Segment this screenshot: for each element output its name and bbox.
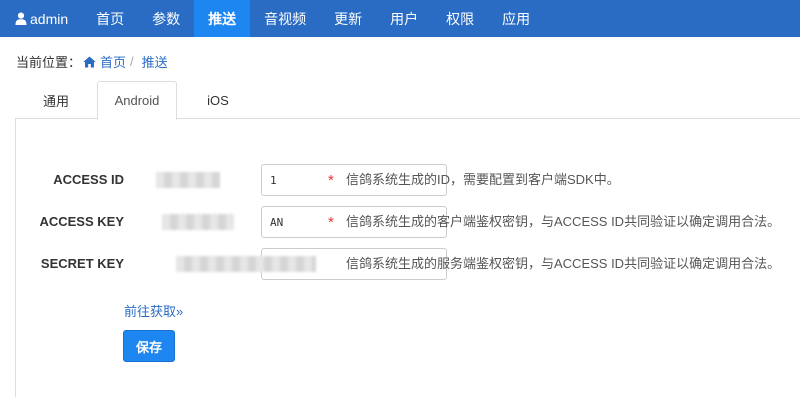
secret-key-label: SECRET KEY: [40, 256, 124, 271]
nav-item-label: 参数: [152, 10, 181, 27]
access-id-wrapper: [138, 164, 447, 196]
access-id-row: ACCESS ID * 信鸽系统生成的ID，需要配置到客户端SDK中。: [15, 164, 800, 196]
user-icon: [15, 12, 27, 25]
secret-key-row: SECRET KEY 信鸽系统生成的服务端鉴权密钥，与ACCESS ID共同验证…: [15, 248, 800, 280]
breadcrumb: 当前位置： 首页 / 推送: [16, 52, 168, 71]
breadcrumb-current[interactable]: 推送: [142, 52, 168, 71]
nav-item-label: 权限: [446, 10, 475, 27]
access-key-help: 信鸽系统生成的客户端鉴权密钥，与ACCESS ID共同验证以确定调用合法。: [346, 214, 781, 229]
redaction-mask: [162, 214, 234, 230]
nav-item-permissions[interactable]: 权限: [432, 0, 488, 37]
secret-key-wrapper: [138, 248, 447, 280]
platform-tabs: 通用 Android iOS: [15, 81, 800, 120]
tab-general[interactable]: 通用: [15, 81, 97, 119]
access-key-row: ACCESS KEY * 信鸽系统生成的客户端鉴权密钥，与ACCESS ID共同…: [15, 206, 800, 238]
top-navbar: admin 首页 参数 推送 音视频 更新 用户 权限 应用: [0, 0, 800, 37]
redaction-mask: [156, 172, 220, 188]
nav-item-media[interactable]: 音视频: [250, 0, 320, 37]
tab-label: Android: [114, 93, 160, 108]
required-marker: *: [328, 172, 334, 189]
tab-ios[interactable]: iOS: [177, 81, 259, 119]
nav-item-label: 更新: [334, 10, 363, 27]
breadcrumb-prefix: 当前位置：: [16, 55, 82, 70]
nav-item-update[interactable]: 更新: [320, 0, 376, 37]
nav-item-apps[interactable]: 应用: [488, 0, 544, 37]
nav-item-users[interactable]: 用户: [376, 0, 432, 37]
secret-key-help: 信鸽系统生成的服务端鉴权密钥，与ACCESS ID共同验证以确定调用合法。: [346, 256, 781, 271]
access-key-wrapper: [138, 206, 447, 238]
nav-item-params[interactable]: 参数: [138, 0, 194, 37]
access-id-label: ACCESS ID: [53, 172, 124, 187]
required-marker: *: [328, 214, 334, 231]
tab-label: iOS: [207, 92, 229, 108]
username-label: admin: [30, 10, 69, 27]
save-button[interactable]: 保存: [123, 330, 175, 362]
breadcrumb-home-link[interactable]: 首页: [100, 52, 126, 71]
nav-item-home[interactable]: 首页: [82, 0, 138, 37]
breadcrumb-separator: /: [130, 54, 134, 69]
nav-item-push[interactable]: 推送: [194, 0, 251, 37]
nav-item-label: 音视频: [264, 10, 307, 27]
fetch-credentials-link[interactable]: 前往获取»: [124, 301, 183, 320]
nav-item-label: 应用: [502, 10, 531, 27]
nav-item-label: 推送: [208, 10, 237, 27]
access-key-label: ACCESS KEY: [39, 214, 124, 229]
home-icon: [83, 56, 96, 67]
tab-android[interactable]: Android: [97, 81, 177, 120]
tab-label: 通用: [42, 93, 69, 109]
access-id-help: 信鸽系统生成的ID，需要配置到客户端SDK中。: [346, 172, 620, 187]
user-menu[interactable]: admin: [0, 0, 82, 37]
nav-item-label: 首页: [96, 10, 125, 27]
nav-item-label: 用户: [390, 10, 419, 27]
